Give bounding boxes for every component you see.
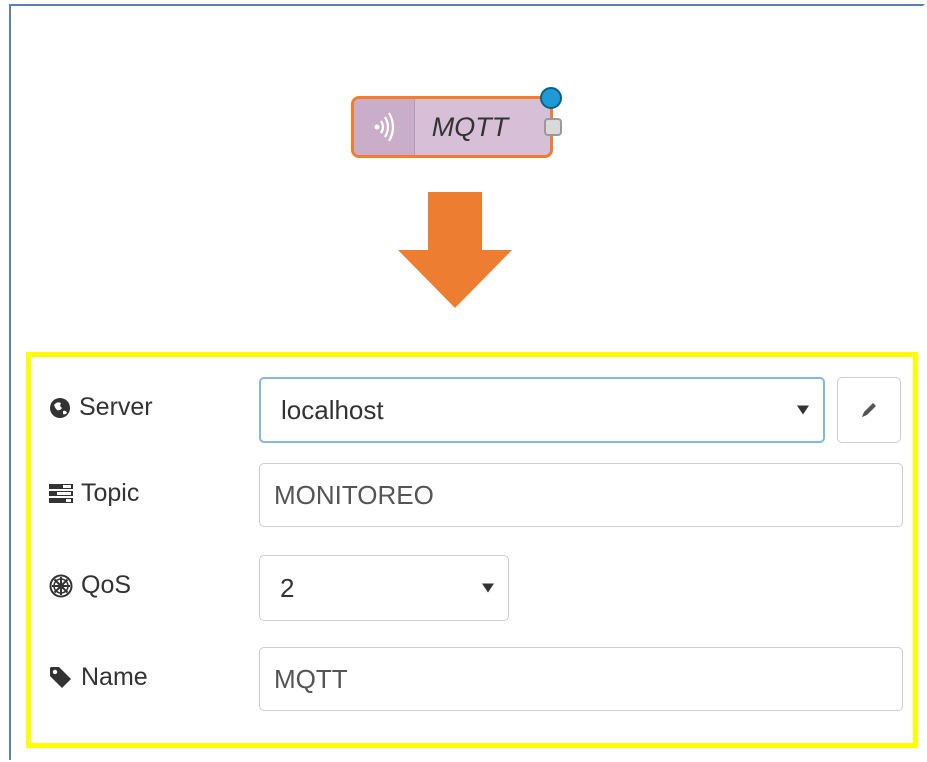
name-input[interactable]: MQTT: [259, 647, 903, 711]
chevron-down-icon: [797, 405, 809, 415]
name-label: Name: [49, 663, 148, 692]
topic-label: Topic: [49, 479, 139, 508]
empire-icon: [49, 574, 73, 597]
server-label-text: Server: [79, 393, 153, 421]
node-label: MQTT: [431, 111, 509, 142]
tag-icon: [50, 666, 71, 688]
node-config-form: Server localhost Topic MONITOREO QoS 2 N…: [26, 352, 918, 748]
globe-icon: [50, 397, 70, 418]
chevron-down-icon: [482, 583, 494, 593]
qos-select-value: 2: [280, 572, 295, 603]
server-select[interactable]: localhost: [259, 377, 825, 443]
node-icon-box: [354, 99, 415, 155]
topic-label-text: Topic: [81, 479, 140, 507]
qos-label-text: QoS: [81, 571, 132, 599]
server-select-value: localhost: [281, 394, 384, 425]
topic-input-value: MONITOREO: [274, 479, 434, 510]
radio-waves-icon: [374, 112, 395, 142]
node-changed-indicator: [540, 87, 562, 109]
name-input-value: MQTT: [274, 663, 348, 694]
down-arrow-icon: [398, 192, 512, 308]
topic-input[interactable]: MONITOREO: [259, 463, 903, 527]
name-label-text: Name: [81, 663, 148, 691]
qos-label: QoS: [49, 571, 131, 600]
qos-select[interactable]: 2: [259, 555, 509, 621]
tasks-icon: [49, 483, 73, 503]
pencil-icon: [862, 403, 876, 417]
mqtt-node[interactable]: MQTT: [351, 87, 562, 158]
edit-server-button[interactable]: [837, 377, 901, 443]
server-label: Server: [49, 393, 153, 422]
node-output-port[interactable]: [544, 118, 562, 136]
